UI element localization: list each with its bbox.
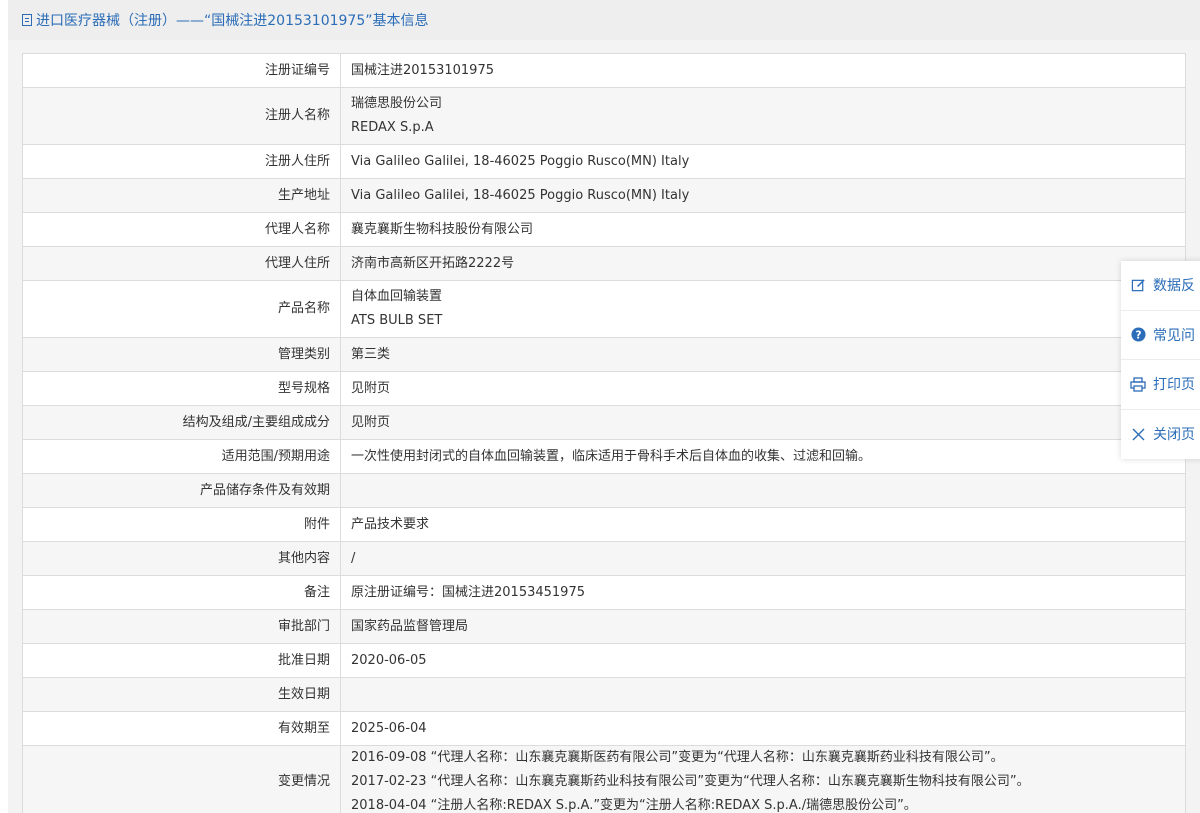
floating-toolbar: 数据反 ? 常见问 打印页 关闭页	[1121, 261, 1200, 459]
row-label: 有效期至	[22, 711, 341, 746]
value-line: 自体血回输装置	[351, 289, 443, 304]
row-value: 自体血回输装置 ATS BULB SET	[340, 280, 1186, 338]
row-value: 2020-06-05	[340, 643, 1186, 678]
row-value: 国家药品监督管理局	[340, 609, 1186, 644]
value-line: 瑞德思股份公司	[351, 96, 443, 111]
row-label: 审批部门	[22, 609, 341, 644]
row-value: 产品技术要求	[340, 507, 1186, 542]
table-row: 产品储存条件及有效期	[22, 473, 1186, 508]
row-label: 管理类别	[22, 337, 341, 372]
value-line: ATS BULB SET	[351, 313, 443, 328]
print-label: 打印页	[1153, 377, 1195, 394]
table-row: 代理人名称 襄克襄斯生物科技股份有限公司	[22, 212, 1186, 247]
row-label: 备注	[22, 575, 341, 610]
row-label: 产品名称	[22, 280, 341, 338]
row-label: 注册人住所	[22, 144, 341, 179]
table-row: 有效期至 2025-06-04	[22, 711, 1186, 746]
row-label: 注册人名称	[22, 87, 341, 145]
row-label: 批准日期	[22, 643, 341, 678]
faq-button[interactable]: ? 常见问	[1121, 311, 1200, 360]
feedback-label: 数据反	[1153, 278, 1195, 295]
row-value: 国械注进20153101975	[340, 53, 1186, 88]
svg-text:?: ?	[1135, 330, 1141, 342]
row-label: 注册证编号	[22, 53, 341, 88]
page-title: 进口医疗器械（注册）——“国械注进20153101975”基本信息	[22, 10, 428, 30]
row-label: 结构及组成/主要组成成分	[22, 405, 341, 440]
row-value: 见附页	[340, 405, 1186, 440]
row-value: 2016-09-08 “代理人名称：山东襄克襄斯医药有限公司”变更为“代理人名称…	[340, 745, 1186, 813]
table-row: 适用范围/预期用途 一次性使用封闭式的自体血回输装置，临床适用于骨科手术后自体血…	[22, 439, 1186, 474]
faq-label: 常见问	[1153, 327, 1195, 344]
row-value: 见附页	[340, 371, 1186, 406]
row-label: 附件	[22, 507, 341, 542]
row-label: 生产地址	[22, 178, 341, 213]
info-table: 注册证编号 国械注进20153101975 注册人名称 瑞德思股份公司 REDA…	[22, 53, 1186, 813]
row-value: 2025-06-04	[340, 711, 1186, 746]
row-value: Via Galileo Galilei, 18-46025 Poggio Rus…	[340, 144, 1186, 179]
row-label: 型号规格	[22, 371, 341, 406]
print-button[interactable]: 打印页	[1121, 360, 1200, 410]
row-value	[340, 473, 1186, 508]
table-row: 生效日期	[22, 677, 1186, 712]
change-line: 2017-02-23 “代理人名称：山东襄克襄斯药业科技有限公司”变更为“代理人…	[351, 774, 1030, 789]
table-row: 审批部门 国家药品监督管理局	[22, 609, 1186, 644]
row-value: 一次性使用封闭式的自体血回输装置，临床适用于骨科手术后自体血的收集、过滤和回输。	[340, 439, 1186, 474]
close-page-button[interactable]: 关闭页	[1121, 410, 1200, 460]
table-row: 变更情况 2016-09-08 “代理人名称：山东襄克襄斯医药有限公司”变更为“…	[22, 745, 1186, 813]
row-label: 代理人名称	[22, 212, 341, 247]
row-value: 第三类	[340, 337, 1186, 372]
table-row: 生产地址 Via Galileo Galilei, 18-46025 Poggi…	[22, 178, 1186, 213]
table-row: 批准日期 2020-06-05	[22, 643, 1186, 678]
document-icon	[22, 14, 32, 26]
page-title-text: 进口医疗器械（注册）——“国械注进20153101975”基本信息	[36, 13, 429, 29]
row-value	[340, 677, 1186, 712]
table-row: 附件 产品技术要求	[22, 507, 1186, 542]
row-label: 产品储存条件及有效期	[22, 473, 341, 508]
row-label: 适用范围/预期用途	[22, 439, 341, 474]
row-value: 济南市高新区开拓路2222号	[340, 246, 1186, 281]
close-icon	[1129, 428, 1147, 441]
content-area: 注册证编号 国械注进20153101975 注册人名称 瑞德思股份公司 REDA…	[8, 40, 1200, 813]
table-row: 型号规格 见附页	[22, 371, 1186, 406]
table-row: 备注 原注册证编号：国械注进20153451975	[22, 575, 1186, 610]
row-value: 原注册证编号：国械注进20153451975	[340, 575, 1186, 610]
table-row: 管理类别 第三类	[22, 337, 1186, 372]
value-line: REDAX S.p.A	[351, 120, 434, 135]
table-row: 产品名称 自体血回输装置 ATS BULB SET	[22, 280, 1186, 338]
close-page-label: 关闭页	[1153, 427, 1195, 444]
page: 进口医疗器械（注册）——“国械注进20153101975”基本信息 注册证编号 …	[0, 0, 1200, 813]
header-bar: 进口医疗器械（注册）——“国械注进20153101975”基本信息	[8, 0, 1200, 40]
row-value: Via Galileo Galilei, 18-46025 Poggio Rus…	[340, 178, 1186, 213]
row-value: 襄克襄斯生物科技股份有限公司	[340, 212, 1186, 247]
table-row: 注册人住所 Via Galileo Galilei, 18-46025 Pogg…	[22, 144, 1186, 179]
printer-icon	[1129, 377, 1147, 392]
feedback-button[interactable]: 数据反	[1121, 261, 1200, 311]
table-row: 结构及组成/主要组成成分 见附页	[22, 405, 1186, 440]
change-line: 2016-09-08 “代理人名称：山东襄克襄斯医药有限公司”变更为“代理人名称…	[351, 750, 1004, 765]
row-value: /	[340, 541, 1186, 576]
table-row: 注册证编号 国械注进20153101975	[22, 53, 1186, 88]
table-row: 其他内容 /	[22, 541, 1186, 576]
table-row: 代理人住所 济南市高新区开拓路2222号	[22, 246, 1186, 281]
row-label: 变更情况	[22, 745, 341, 813]
row-label: 其他内容	[22, 541, 341, 576]
edit-icon	[1129, 278, 1147, 293]
change-line: 2018-04-04 “注册人名称:REDAX S.p.A.”变更为“注册人名称…	[351, 798, 917, 813]
row-label: 代理人住所	[22, 246, 341, 281]
question-icon: ?	[1129, 327, 1147, 342]
table-row: 注册人名称 瑞德思股份公司 REDAX S.p.A	[22, 87, 1186, 145]
row-value: 瑞德思股份公司 REDAX S.p.A	[340, 87, 1186, 145]
row-label: 生效日期	[22, 677, 341, 712]
